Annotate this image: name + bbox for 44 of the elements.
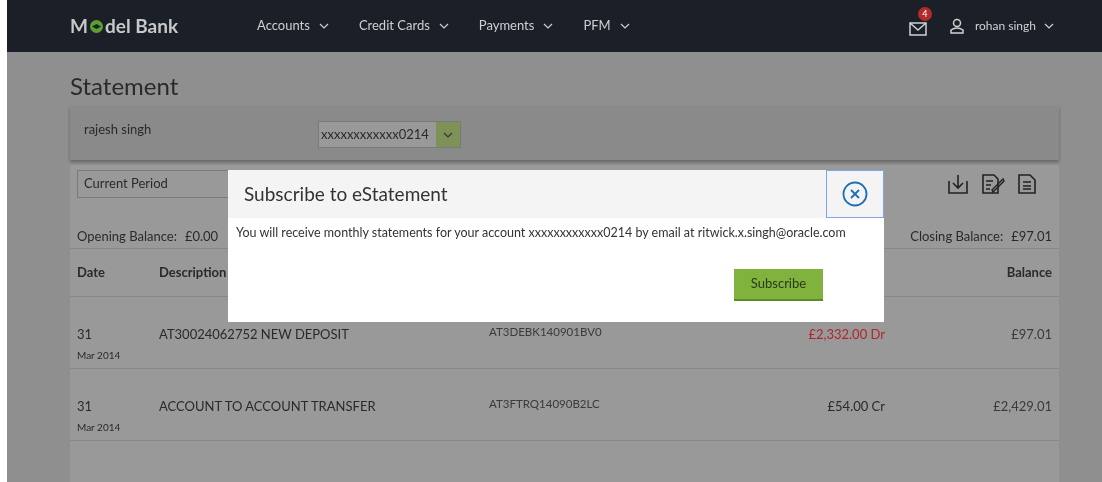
chevron-icon (318, 23, 329, 29)
date-day: 31 (77, 397, 159, 417)
download-icon[interactable] (947, 173, 969, 195)
table-cell-text: AT3FTRQ14090B2LC (489, 396, 601, 412)
notification-badge: 4 (917, 7, 932, 21)
date-day: 31 (77, 325, 159, 345)
opening-balance-label: Opening Balance: (77, 226, 177, 246)
nav-menu-item[interactable]: Credit Cards (349, 16, 458, 36)
subscribe-button[interactable]: Subscribe (734, 268, 823, 301)
page-title: Statement (70, 70, 180, 102)
mail-icon[interactable] (908, 22, 927, 36)
edit-document-icon[interactable] (981, 173, 1005, 195)
close-icon (842, 181, 868, 207)
opening-balance-value: £0.00 (184, 226, 219, 246)
chevron-icon (619, 23, 630, 29)
closing-balance-label: Closing Balance: (910, 226, 1004, 246)
column-header: Description (159, 262, 228, 282)
account-dropdown[interactable]: xxxxxxxxxxxx0214 (318, 121, 461, 148)
table-cell-text: £97.01 (1010, 325, 1052, 344)
account-holder-name: rajesh singh (84, 120, 153, 139)
column-header: Date (77, 262, 106, 282)
chevron-icon (543, 23, 554, 29)
table-cell-text: AT30024062752 NEW DEPOSIT (159, 325, 350, 344)
chevron-icon[interactable] (1044, 23, 1054, 29)
column-header: Balance (1006, 262, 1052, 282)
table-cell-text: £54.00 Cr (826, 397, 885, 416)
nav-menu-item[interactable]: Accounts (248, 16, 338, 36)
nav-menu-item[interactable]: PFM (574, 16, 639, 36)
nav-menu-item[interactable]: Payments (469, 16, 563, 36)
document-icon[interactable] (1017, 173, 1037, 195)
user-icon[interactable] (948, 18, 965, 34)
table-cell-text: £2,332.00 Dr (807, 325, 885, 344)
close-button[interactable] (826, 170, 884, 218)
chevron-icon (443, 131, 453, 138)
logo[interactable]: M del Bank (70, 11, 248, 41)
table-cell-text: £2,429.01 (992, 397, 1052, 416)
dialog-message: You will receive monthly statements for your account xxxxxxxxxxxx0214 by email at ritwick.x.singh@oracle.com (235, 224, 847, 242)
closing-balance-value: £97.01 (1011, 226, 1052, 246)
user-name[interactable]: rohan singh (974, 17, 1036, 35)
date-month: Mar 2014 (77, 419, 122, 435)
chevron-icon (438, 23, 449, 29)
table-cell-text: ACCOUNT TO ACCOUNT TRANSFER (159, 397, 377, 416)
table-cell-text: AT3DEBK140901BV0 (489, 324, 603, 340)
date-month: Mar 2014 (77, 347, 122, 363)
